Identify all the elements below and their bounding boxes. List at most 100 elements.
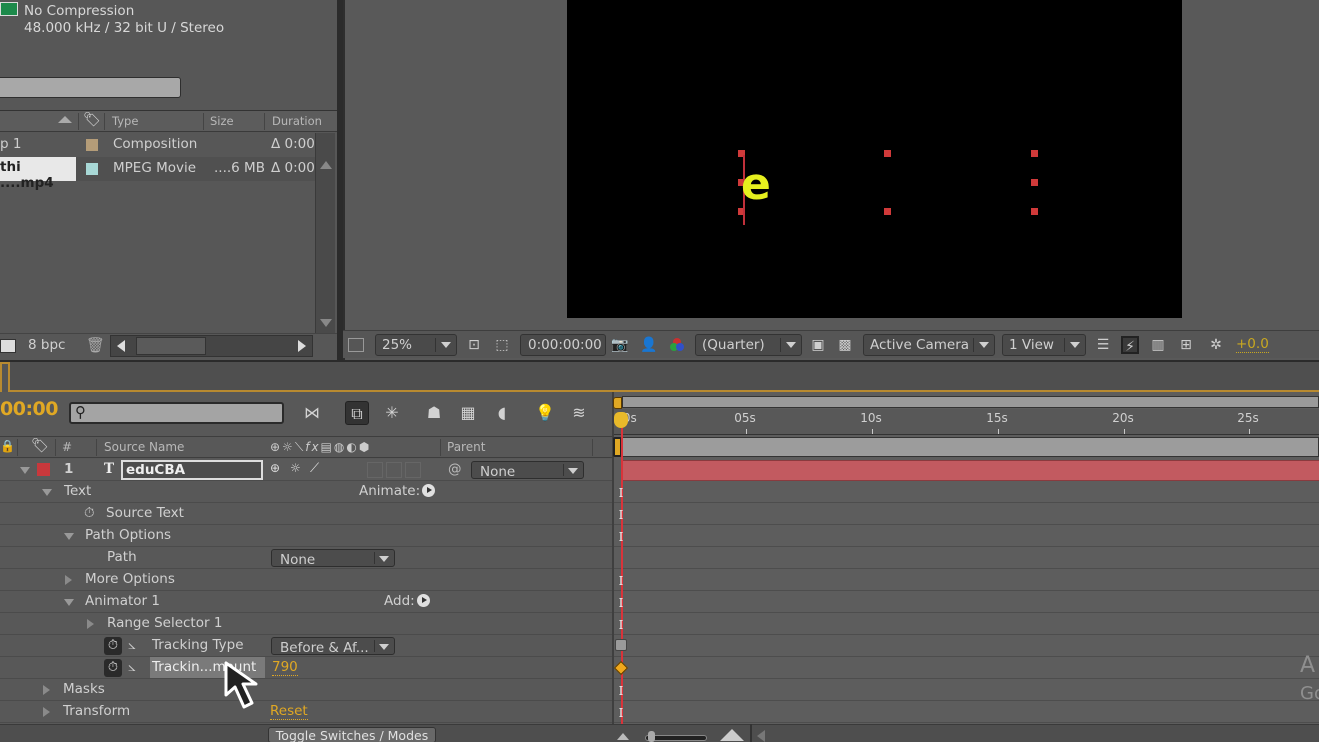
lock-icon[interactable]: 🔒 xyxy=(0,439,15,453)
property-row-transform[interactable]: Transform Reset xyxy=(0,701,612,723)
graph-editor-icon[interactable]: ≋ xyxy=(567,401,591,425)
label-swatch[interactable] xyxy=(86,163,98,175)
twirl-right-icon[interactable] xyxy=(43,685,50,695)
exposure-value[interactable]: +0.0 xyxy=(1236,336,1269,353)
shy-switch-icon[interactable]: ⊕ xyxy=(270,461,280,475)
twirl-right-icon[interactable] xyxy=(43,707,50,717)
show-snapshot-icon[interactable]: 👤 xyxy=(640,336,658,354)
scrollbar-thumb[interactable] xyxy=(136,337,206,355)
twirl-right-icon[interactable] xyxy=(65,575,72,585)
current-time-field[interactable]: 0:00:00:00 xyxy=(520,334,606,356)
current-time-indicator-head[interactable] xyxy=(614,412,628,428)
time-ruler[interactable]: 00s 05s 10s 15s 20s 25s xyxy=(614,409,1319,435)
animate-play-icon[interactable] xyxy=(422,484,436,497)
scroll-up-icon[interactable] xyxy=(320,161,332,169)
graph-icon[interactable]: ⦣ xyxy=(128,659,136,675)
snapshot-camera-icon[interactable]: 📷 xyxy=(611,336,629,354)
layer-name-input[interactable]: eduCBA xyxy=(121,460,263,480)
graph-icon[interactable]: ⦣ xyxy=(128,637,136,653)
property-row-range-selector[interactable]: Range Selector 1 xyxy=(0,613,612,635)
layer-row[interactable]: 1 T eduCBA ⊕ ☼ ⟋ @ None xyxy=(0,459,612,481)
camera-view-dropdown[interactable]: Active Camera xyxy=(863,334,995,356)
reset-exposure-icon[interactable]: ✲ xyxy=(1207,336,1225,354)
bounding-box-handle[interactable] xyxy=(884,150,891,157)
scroll-left-icon[interactable] xyxy=(757,730,765,742)
add-play-icon[interactable] xyxy=(416,594,430,607)
project-vertical-scrollbar[interactable] xyxy=(315,133,335,333)
always-preview-icon[interactable] xyxy=(348,338,364,352)
bounding-box-handle[interactable] xyxy=(1031,208,1038,215)
motion-blur-switch[interactable] xyxy=(405,462,421,478)
channel-rgb-icon[interactable] xyxy=(668,336,686,354)
column-type[interactable]: Type xyxy=(112,114,138,128)
column-source-name[interactable]: Source Name xyxy=(104,440,184,454)
column-duration[interactable]: Duration xyxy=(272,114,322,128)
animate-menu[interactable]: Animate: xyxy=(359,483,436,499)
timeline-current-time[interactable]: 00:00 xyxy=(0,398,58,420)
property-row-tracking-type[interactable]: ⏱ ⦣ Tracking Type Before & Af... xyxy=(0,635,612,657)
twirl-down-icon[interactable] xyxy=(64,533,74,540)
text-layer-glyph[interactable]: e xyxy=(741,160,771,210)
property-row-source-text[interactable]: ⏱ Source Text xyxy=(0,503,612,525)
bounding-box-handle[interactable] xyxy=(1031,179,1038,186)
tracking-type-dropdown[interactable]: Before & Af... xyxy=(271,637,395,656)
effect-switch[interactable] xyxy=(367,462,383,478)
timeline-search-input[interactable]: ⚲ xyxy=(69,402,284,424)
bit-depth-button[interactable]: 8 bpc xyxy=(28,337,65,353)
quality-switch-icon[interactable]: ⟋ xyxy=(310,461,319,476)
column-parent[interactable]: Parent xyxy=(447,440,485,454)
fast-previews-icon[interactable]: ⚡ xyxy=(1121,336,1139,355)
transform-reset-link[interactable]: Reset xyxy=(270,703,308,720)
trash-icon[interactable]: 🗑 xyxy=(86,336,105,354)
label-tag-icon[interactable]: 🏷 xyxy=(83,112,101,128)
property-row-tracking-amount[interactable]: ⏱ ⦣ Trackin...mount 790 xyxy=(0,657,612,679)
property-row-path-options[interactable]: Path Options xyxy=(0,525,612,547)
zoom-slider-handle[interactable] xyxy=(648,731,655,742)
frame-blending-icon[interactable]: ▦ xyxy=(456,401,480,425)
comp-flowchart-icon[interactable]: ⊞ xyxy=(1177,336,1195,354)
interpret-footage-icon[interactable] xyxy=(0,339,16,353)
project-item[interactable]: p 1 Composition Δ 0:00 xyxy=(0,133,315,157)
motion-blur-icon[interactable]: ◖ xyxy=(490,401,514,425)
timeline-tab[interactable] xyxy=(0,362,10,392)
path-dropdown[interactable]: None xyxy=(271,549,395,568)
property-row-more-options[interactable]: More Options xyxy=(0,569,612,591)
collapse-switch-icon[interactable]: ☼ xyxy=(290,461,301,475)
property-row-text[interactable]: Text Animate: xyxy=(0,481,612,503)
magnification-dropdown[interactable]: 25% xyxy=(375,334,457,356)
twirl-down-icon[interactable] xyxy=(20,467,30,474)
property-row-path[interactable]: Path None xyxy=(0,547,612,569)
hold-keyframe-icon[interactable] xyxy=(615,639,627,651)
scroll-down-icon[interactable] xyxy=(320,319,332,327)
twirl-right-icon[interactable] xyxy=(87,619,94,629)
hide-shy-layers-icon[interactable]: ☗ xyxy=(422,401,446,425)
toggle-switches-modes-button[interactable]: Toggle Switches / Modes xyxy=(268,727,436,742)
layer-duration-bar[interactable] xyxy=(622,460,1319,481)
mask-visibility-icon[interactable]: ⬚ xyxy=(493,336,511,354)
comp-mini-flowchart-icon[interactable]: ⋈ xyxy=(300,401,324,425)
stopwatch-icon[interactable]: ⏱ xyxy=(84,505,95,521)
zoom-out-icon[interactable] xyxy=(617,733,629,740)
transparency-grid-icon[interactable]: ▩ xyxy=(836,336,854,354)
parent-dropdown[interactable]: None xyxy=(471,461,584,480)
column-size[interactable]: Size xyxy=(210,114,234,128)
resolution-dropdown[interactable]: (Quarter) xyxy=(695,334,802,356)
pixel-aspect-icon[interactable]: ☰ xyxy=(1094,336,1112,354)
add-menu[interactable]: Add: xyxy=(384,593,430,609)
live-update-icon[interactable]: ⧉ xyxy=(345,401,369,425)
project-item[interactable]: thi ....mp4 MPEG Movie ....6 MB Δ 0:00 xyxy=(0,157,315,191)
twirl-down-icon[interactable] xyxy=(42,489,52,496)
zoom-in-icon[interactable] xyxy=(720,729,744,741)
stopwatch-active-icon[interactable]: ⏱ xyxy=(104,637,122,655)
view-layout-dropdown[interactable]: 1 View xyxy=(1002,334,1086,356)
grid-guides-icon[interactable]: ⊡ xyxy=(465,336,483,354)
sort-ascending-icon[interactable] xyxy=(58,116,72,123)
property-row-animator[interactable]: Animator 1 Add: xyxy=(0,591,612,613)
tracking-amount-value[interactable]: 790 xyxy=(272,659,298,676)
scroll-right-icon[interactable] xyxy=(298,340,306,352)
column-layer-number[interactable]: # xyxy=(62,440,72,454)
navigator-start-handle[interactable] xyxy=(613,397,622,409)
project-search-input[interactable] xyxy=(0,77,181,98)
composition-canvas[interactable] xyxy=(567,0,1182,318)
work-area-bar[interactable] xyxy=(622,437,1319,457)
